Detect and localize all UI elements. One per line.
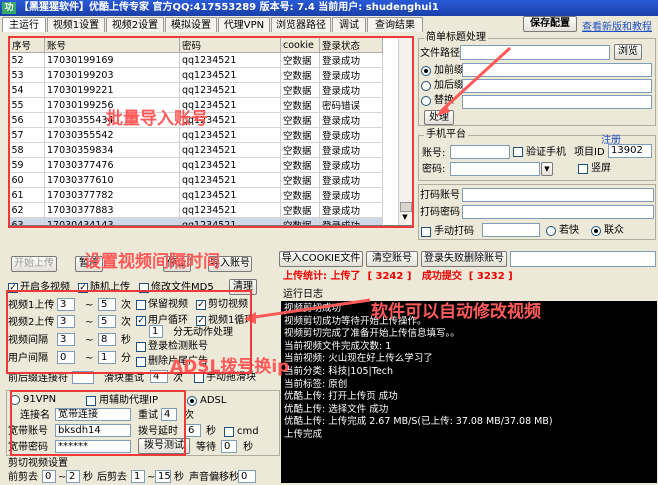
adsl-highlight-box — [10, 390, 186, 456]
arrow-to-cut-video — [247, 298, 371, 320]
auto-modify-annotation: 软件可以自动修改视频 — [371, 302, 541, 322]
arrow-to-title-process — [438, 46, 512, 114]
interval-highlight-box — [6, 290, 252, 374]
interval-annotation: 设置视频间隔时间 — [84, 252, 220, 272]
